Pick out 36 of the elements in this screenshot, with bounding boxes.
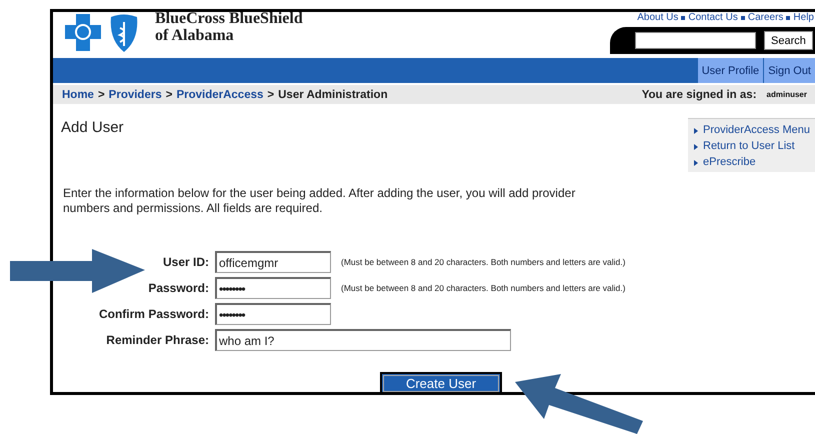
field-hint: (Must be between 8 and 20 characters. Both numbers and letters are valid.) — [341, 257, 626, 267]
search-field[interactable] — [635, 32, 756, 49]
input-field[interactable]: who am I? — [215, 329, 511, 351]
breadcrumb-link[interactable]: Home — [62, 88, 94, 100]
create-user-button[interactable]: Create User — [380, 372, 502, 392]
field-label: User ID: — [162, 255, 209, 269]
page-title: Add User — [61, 119, 124, 136]
side-menu-link[interactable]: ProviderAccess Menu — [694, 123, 815, 138]
field-label: Password: — [148, 281, 209, 295]
intro-text: Enter the information below for the user being added. After adding the user, you will add provider numbers and permissions. All fields are required. — [63, 186, 576, 216]
password-field[interactable]: •••••••• — [215, 303, 331, 325]
side-menu-link[interactable]: Return to User List — [694, 139, 815, 154]
breadcrumb-separator: > — [166, 88, 172, 100]
breadcrumb-separator: > — [267, 88, 274, 100]
logo-text: BlueCross BlueShield of Alabama — [155, 12, 303, 44]
breadcrumb-separator: > — [98, 88, 105, 100]
cross-logo-icon — [65, 14, 101, 51]
field-label: Confirm Password: — [98, 307, 209, 321]
search-button[interactable]: Search — [764, 31, 813, 50]
field-label: Reminder Phrase: — [106, 333, 209, 347]
breadcrumb-link[interactable]: ProviderAccess — [176, 88, 264, 100]
breadcrumb-current: User Administration — [278, 88, 388, 100]
top-link[interactable]: Contact Us — [688, 12, 738, 23]
nav-tab[interactable]: User Profile — [696, 58, 764, 83]
top-link[interactable]: Help — [793, 12, 814, 23]
breadcrumb-link[interactable]: Providers — [108, 88, 162, 100]
shield-logo-icon — [109, 14, 139, 52]
input-field[interactable]: officemgmr — [215, 251, 331, 273]
username-text: adminuser — [766, 90, 807, 99]
field-hint: (Must be between 8 and 20 characters. Both numbers and letters are valid.) — [341, 283, 626, 293]
side-menu-link[interactable]: ePrescribe — [694, 155, 815, 170]
signed-in-label: You are signed in as: — [642, 88, 757, 100]
password-field[interactable]: •••••••• — [215, 277, 331, 299]
top-link[interactable]: About Us — [637, 12, 678, 23]
top-link[interactable]: Careers — [748, 12, 784, 23]
nav-tab[interactable]: Sign Out — [763, 58, 815, 83]
